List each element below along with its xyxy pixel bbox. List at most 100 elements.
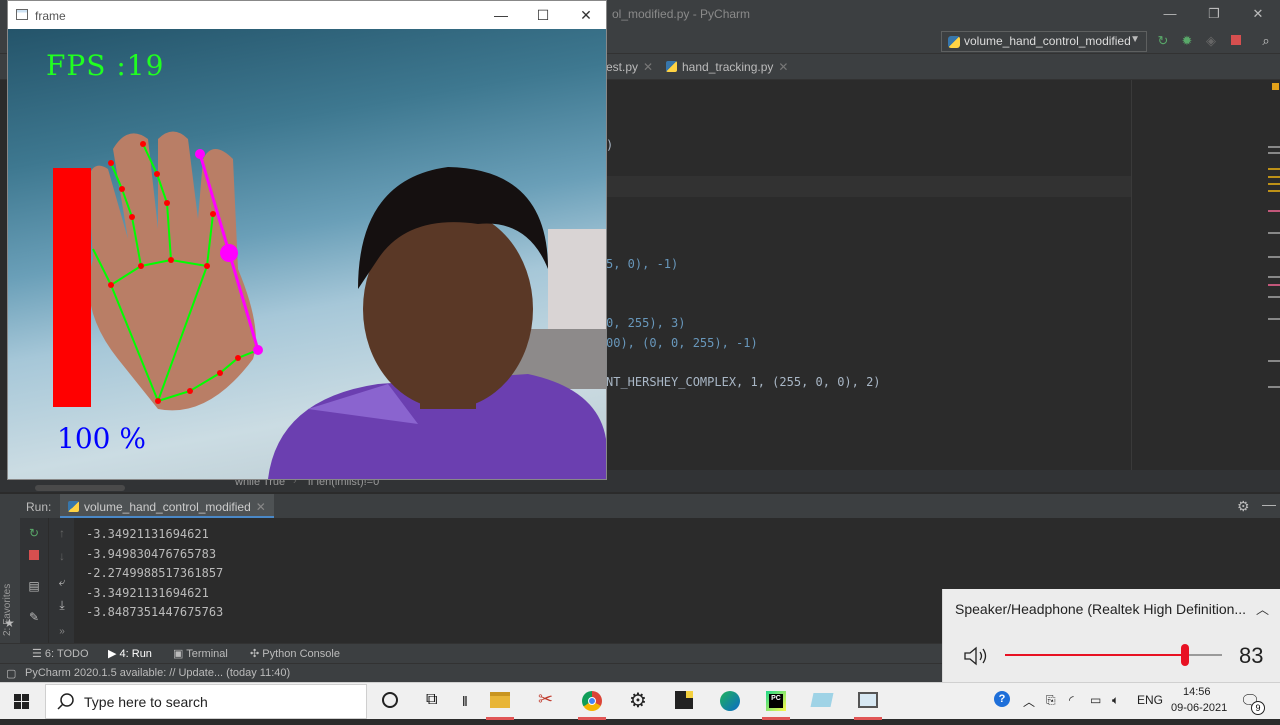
status-text[interactable]: PyCharm 2020.1.5 available: // Update...… [25, 667, 290, 679]
chevron-up-icon[interactable]: ︿ [1023, 693, 1035, 710]
python-icon [948, 36, 960, 48]
tab-python-console[interactable]: ✣ Python Console [250, 647, 340, 660]
horizontal-scrollbar[interactable] [35, 485, 125, 491]
debug-icon[interactable]: ✹ [1179, 33, 1195, 49]
tab-terminal[interactable]: ▣ Terminal [173, 647, 228, 660]
pinch-midpoint [220, 244, 238, 262]
cortana-button[interactable] [368, 683, 412, 720]
taskbar-frame-window[interactable] [846, 683, 890, 720]
warning-marker[interactable] [1272, 83, 1279, 90]
gear-icon: ⚙ [629, 690, 647, 712]
run-configuration-dropdown[interactable]: volume_hand_control_modified ▼ [941, 31, 1147, 52]
wifi-icon[interactable]: ◜ [1069, 693, 1074, 707]
play-icon: ▶ [108, 648, 120, 660]
frame-title-bar[interactable]: frame — ☐ ✕ [8, 1, 606, 29]
down-arrow-icon[interactable]: ↓ [54, 548, 70, 564]
clock-date[interactable]: 09-06-2021 [1171, 702, 1227, 714]
taskbar-chrome[interactable] [570, 683, 614, 720]
stop-icon[interactable] [26, 548, 42, 564]
help-icon[interactable]: ? [994, 691, 1010, 707]
meet-now-icon[interactable]: ⎘ [1046, 693, 1056, 708]
volume-slider[interactable] [1005, 644, 1222, 666]
notification-badge: 9 [1251, 701, 1265, 715]
taskbar-snipping-tool[interactable]: ✂ [525, 683, 569, 720]
rerun-icon[interactable]: ↻ [1155, 33, 1171, 49]
terminal-icon: ▣ [173, 648, 187, 660]
folder-icon [490, 692, 510, 708]
close-icon[interactable]: ✕ [256, 500, 266, 514]
scroll-mark [1268, 232, 1280, 234]
taskbar-edge[interactable] [708, 683, 752, 720]
scroll-to-end-icon[interactable]: ⤓ [54, 597, 70, 613]
battery-icon[interactable]: ▭ [1090, 693, 1101, 707]
hide-panel-icon[interactable]: — [1262, 496, 1276, 512]
taskbar-file-explorer[interactable] [478, 683, 522, 720]
task-view-button[interactable]: ⧉ [412, 683, 456, 720]
up-arrow-icon[interactable]: ↑ [54, 525, 70, 541]
console-output[interactable]: -3.34921131694621 -3.949830476765783 -2.… [86, 525, 223, 623]
landmark-point [204, 263, 210, 269]
close-icon[interactable]: ✕ [643, 60, 653, 74]
close-icon[interactable]: ✕ [778, 60, 788, 74]
edge-icon [720, 691, 740, 711]
frame-window[interactable]: frame — ☐ ✕ FPS:19 100 % [7, 0, 607, 480]
scroll-mark [1268, 386, 1280, 388]
run-tab[interactable]: volume_hand_control_modified ✕ [60, 494, 274, 518]
code-line: ) [606, 138, 614, 152]
chevron-down-icon: ▼ [1130, 34, 1140, 45]
close-button[interactable]: ✕ [575, 5, 597, 25]
ide-restore-button[interactable]: ❐ [1204, 4, 1224, 24]
scroll-mark [1268, 284, 1280, 286]
speaker-icon[interactable] [963, 645, 989, 667]
landmark-point [119, 186, 125, 192]
snipping-icon: ✂ [538, 689, 554, 709]
scroll-mark [1268, 296, 1280, 298]
tab-hand-tracking[interactable]: hand_tracking.py ✕ [666, 60, 788, 74]
taskbar-pycharm[interactable]: PC [754, 683, 798, 720]
landmark-point [140, 141, 146, 147]
volume-slider-thumb[interactable] [1181, 644, 1190, 666]
tab-todo[interactable]: ☰ 6: TODO [32, 647, 89, 660]
layout-icon[interactable]: ▤ [26, 578, 42, 594]
ide-close-button[interactable]: ✕ [1248, 4, 1268, 24]
taskbar-search-box[interactable]: Type here to search [45, 684, 367, 719]
clock-time[interactable]: 14:56 [1183, 686, 1211, 698]
more-icon[interactable]: » [54, 624, 70, 640]
stop-icon[interactable] [1228, 33, 1244, 49]
tab-run[interactable]: ▶ 4: Run [108, 647, 152, 660]
gear-icon[interactable]: ⚙ [1237, 498, 1250, 515]
start-button[interactable] [0, 683, 44, 720]
landmark-point [210, 211, 216, 217]
coverage-icon[interactable]: ◈ [1203, 33, 1219, 49]
taskbar-settings[interactable]: ⚙ [616, 683, 660, 720]
pin-icon[interactable]: ✎ [26, 609, 42, 625]
language-indicator[interactable]: ENG [1137, 693, 1163, 707]
python-console-icon: ✣ [250, 648, 263, 660]
search-icon[interactable]: ⌕ [1258, 33, 1274, 49]
landmark-point [235, 355, 241, 361]
windows-logo-icon [14, 694, 29, 709]
scroll-mark [1268, 146, 1280, 148]
ide-minimize-button[interactable]: — [1160, 4, 1180, 24]
status-icon: ▢ [6, 668, 17, 680]
taskbar-sticky-notes[interactable] [662, 683, 706, 720]
soft-wrap-icon[interactable]: ⤶ [54, 574, 70, 590]
run-panel-header: Run: volume_hand_control_modified ✕ ⚙ — [0, 494, 1280, 518]
right-margin-guide [1131, 80, 1132, 470]
tab-test[interactable]: est.py ✕ [606, 60, 653, 74]
minimize-button[interactable]: — [490, 5, 512, 25]
ide-window-title: ol_modified.py - PyCharm [612, 7, 751, 21]
landmark-point [108, 160, 114, 166]
toolbar-separator-icon: ‖ [462, 693, 468, 709]
taskbar-python-app[interactable] [800, 683, 844, 720]
maximize-button[interactable]: ☐ [532, 5, 554, 25]
scroll-mark [1268, 183, 1280, 185]
scroll-mark [1268, 190, 1280, 192]
fps-counter: FPS :19 [46, 49, 165, 82]
volume-icon[interactable]: 🔈︎ [1112, 693, 1119, 708]
star-icon[interactable]: ★ [4, 616, 15, 630]
rerun-icon[interactable]: ↻ [26, 525, 42, 541]
chevron-up-icon[interactable]: ︿ [1256, 599, 1269, 618]
audio-device-name[interactable]: Speaker/Headphone (Realtek High Definiti… [955, 601, 1255, 617]
neck-shape [420, 369, 476, 409]
